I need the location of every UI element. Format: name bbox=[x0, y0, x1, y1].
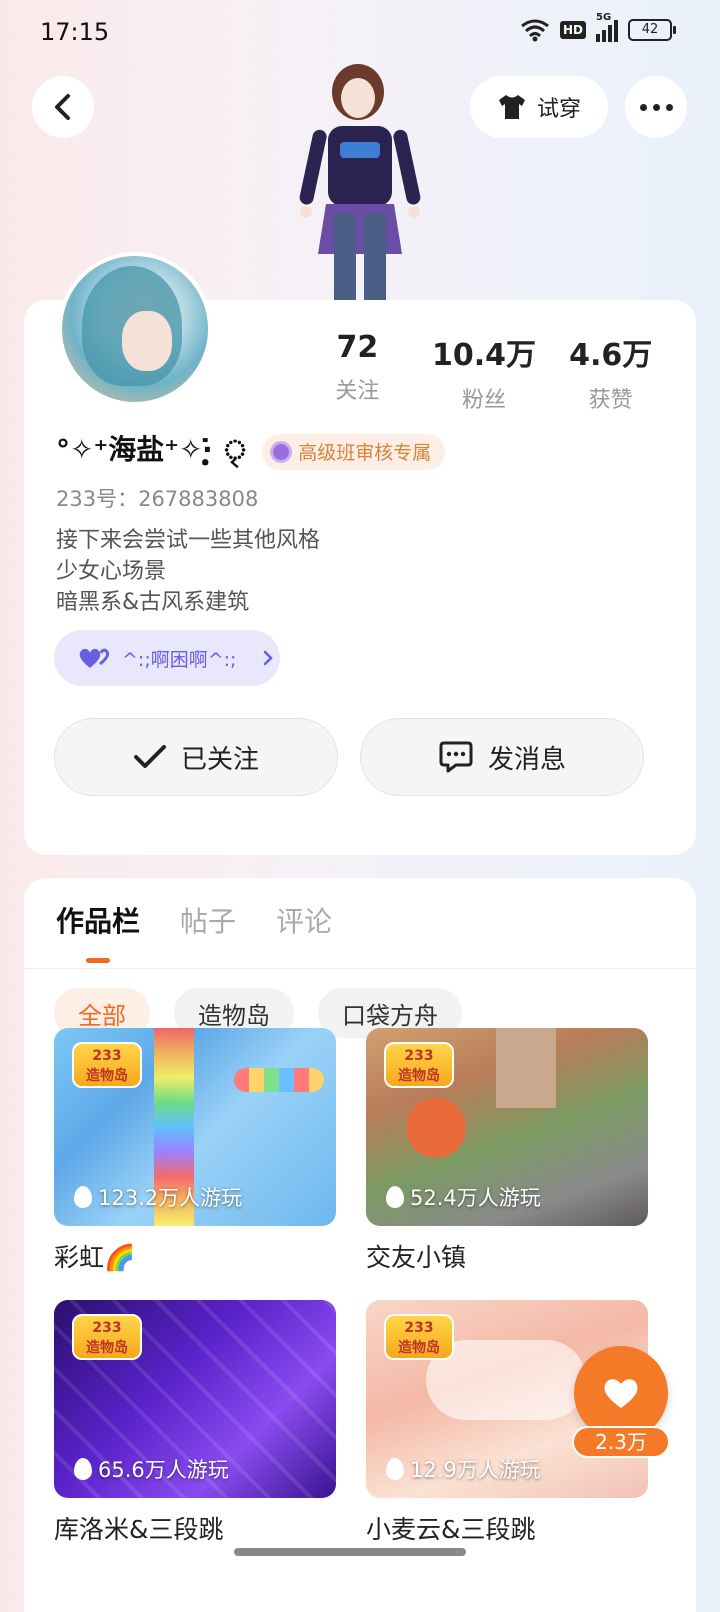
fire-icon bbox=[74, 1458, 92, 1480]
vip-badge-label: 高级班审核专属 bbox=[298, 442, 432, 464]
stat-value: 10.4万 bbox=[431, 338, 537, 373]
chevron-left-icon bbox=[55, 94, 70, 120]
game-card[interactable]: 233 造物岛 65.6万人游玩 库洛米&三段跳 bbox=[54, 1300, 336, 1546]
stat-label: 获赞 bbox=[588, 388, 633, 413]
home-indicator[interactable] bbox=[234, 1548, 466, 1556]
avatar-3d-figure-image bbox=[299, 64, 421, 300]
fan-group-pill[interactable]: ^:;啊困啊^:; bbox=[54, 630, 280, 686]
heart-icon bbox=[604, 1379, 638, 1408]
play-count-text: 123.2万人游玩 bbox=[98, 1186, 243, 1210]
status-time: 17:15 bbox=[40, 18, 110, 46]
like-count: 2.3万 bbox=[572, 1426, 670, 1458]
chat-bubble-icon bbox=[439, 741, 473, 773]
more-options-button[interactable] bbox=[625, 76, 687, 138]
bio-line: 少女心场景 bbox=[56, 559, 167, 584]
creation-island-logo: 233 造物岛 bbox=[384, 1314, 454, 1360]
play-count: 65.6万人游玩 bbox=[74, 1454, 229, 1484]
logo-text: 233 bbox=[92, 1320, 122, 1336]
creation-island-logo: 233 造物岛 bbox=[72, 1042, 142, 1088]
creation-island-logo: 233 造物岛 bbox=[72, 1314, 142, 1360]
send-message-label: 发消息 bbox=[487, 744, 566, 775]
status-icons: HD 5G 42 bbox=[520, 12, 676, 42]
logo-text: 233 bbox=[404, 1048, 434, 1064]
more-dot-icon bbox=[639, 103, 647, 111]
game-title: 交友小镇 bbox=[366, 1243, 467, 1272]
game-title: 小麦云&三段跳 bbox=[366, 1515, 536, 1544]
user-id: 233号：267883808 bbox=[56, 487, 259, 511]
following-button[interactable]: 已关注 bbox=[54, 718, 338, 796]
content-tabs: 作品栏 帖子 评论 bbox=[56, 900, 332, 940]
wifi-icon bbox=[521, 19, 549, 42]
play-count-text: 52.4万人游玩 bbox=[410, 1186, 541, 1210]
logo-text: 233 bbox=[92, 1048, 122, 1064]
play-count: 52.4万人游玩 bbox=[386, 1182, 541, 1212]
logo-text: 233 bbox=[404, 1320, 434, 1336]
avatar-3d-figure[interactable] bbox=[290, 64, 430, 300]
stat-value: 4.6万 bbox=[569, 338, 653, 373]
following-label: 已关注 bbox=[180, 744, 259, 775]
badge-icon bbox=[270, 440, 293, 463]
profile-stats: 72 关注 10.4万 粉丝 4.6万 获赞 bbox=[294, 330, 674, 414]
creation-island-logo: 233 造物岛 bbox=[384, 1042, 454, 1088]
stat-followers[interactable]: 10.4万 粉丝 bbox=[421, 330, 548, 414]
bio: 接下来会尝试一些其他风格 少女心场景 暗黑系&古风系建筑 bbox=[56, 525, 320, 618]
hearts-icon bbox=[79, 648, 110, 668]
battery-icon: 42 bbox=[628, 19, 676, 41]
fire-icon bbox=[386, 1186, 404, 1208]
fire-icon bbox=[386, 1458, 404, 1480]
works-section: 作品栏 帖子 评论 全部 造物岛 口袋方舟 233 造物岛 123.2万人游玩 … bbox=[24, 878, 696, 1612]
try-on-button[interactable]: 试穿 bbox=[470, 76, 608, 138]
fire-icon bbox=[74, 1186, 92, 1208]
stat-value: 72 bbox=[336, 330, 379, 365]
battery-level: 42 bbox=[641, 22, 659, 37]
send-message-button[interactable]: 发消息 bbox=[360, 718, 644, 796]
game-thumbnail: 233 造物岛 65.6万人游玩 bbox=[54, 1300, 336, 1498]
play-count-text: 65.6万人游玩 bbox=[98, 1458, 229, 1482]
game-thumbnail: 233 造物岛 123.2万人游玩 bbox=[54, 1028, 336, 1226]
logo-text: 造物岛 bbox=[398, 1340, 440, 1356]
stat-following[interactable]: 72 关注 bbox=[294, 330, 421, 414]
username: °✧⁺海盐⁺✧‧̣̥̇ ৃ bbox=[56, 433, 249, 466]
network-type: 5G bbox=[596, 12, 612, 23]
play-count: 12.9万人游玩 bbox=[386, 1454, 541, 1484]
stat-likes[interactable]: 4.6万 获赞 bbox=[547, 330, 674, 414]
bio-line: 暗黑系&古风系建筑 bbox=[56, 590, 250, 615]
more-dot-icon bbox=[665, 103, 673, 111]
logo-text: 造物岛 bbox=[86, 1340, 128, 1356]
username-row: °✧⁺海盐⁺✧‧̣̥̇ ৃ 高级班审核专属 bbox=[56, 428, 446, 475]
signal-icon: 5G bbox=[596, 12, 618, 42]
tab-indicator bbox=[86, 958, 110, 963]
logo-text: 造物岛 bbox=[86, 1068, 128, 1084]
stat-label: 粉丝 bbox=[462, 388, 507, 413]
status-bar: 17:15 HD 5G 42 bbox=[0, 0, 720, 64]
chevron-right-icon bbox=[264, 650, 274, 666]
stat-label: 关注 bbox=[335, 379, 380, 404]
game-thumbnail: 233 造物岛 52.4万人游玩 bbox=[366, 1028, 648, 1226]
game-card[interactable]: 233 造物岛 123.2万人游玩 彩虹🌈 bbox=[54, 1028, 336, 1274]
divider bbox=[24, 968, 696, 969]
game-title: 彩虹🌈 bbox=[54, 1243, 136, 1272]
tshirt-icon bbox=[498, 95, 525, 119]
hd-icon: HD bbox=[559, 21, 586, 39]
more-dot-icon bbox=[652, 103, 660, 111]
try-on-label: 试穿 bbox=[536, 97, 581, 122]
fan-group-label: ^:;啊困啊^:; bbox=[122, 648, 237, 671]
tab-comments[interactable]: 评论 bbox=[276, 900, 332, 940]
check-icon bbox=[133, 745, 166, 768]
bio-line: 接下来会尝试一些其他风格 bbox=[56, 528, 321, 553]
logo-text: 造物岛 bbox=[398, 1068, 440, 1084]
avatar[interactable] bbox=[58, 252, 212, 406]
tab-posts[interactable]: 帖子 bbox=[180, 900, 236, 940]
tab-works[interactable]: 作品栏 bbox=[56, 900, 140, 940]
vip-badge[interactable]: 高级班审核专属 bbox=[262, 433, 446, 470]
game-title: 库洛米&三段跳 bbox=[54, 1515, 224, 1544]
play-count-text: 12.9万人游玩 bbox=[410, 1458, 541, 1482]
game-card[interactable]: 233 造物岛 52.4万人游玩 交友小镇 bbox=[366, 1028, 648, 1274]
profile-card: 72 关注 10.4万 粉丝 4.6万 获赞 °✧⁺海盐⁺✧‧̣̥̇ ৃ 高级班… bbox=[24, 252, 696, 855]
back-button[interactable] bbox=[32, 76, 94, 138]
play-count: 123.2万人游玩 bbox=[74, 1182, 242, 1212]
